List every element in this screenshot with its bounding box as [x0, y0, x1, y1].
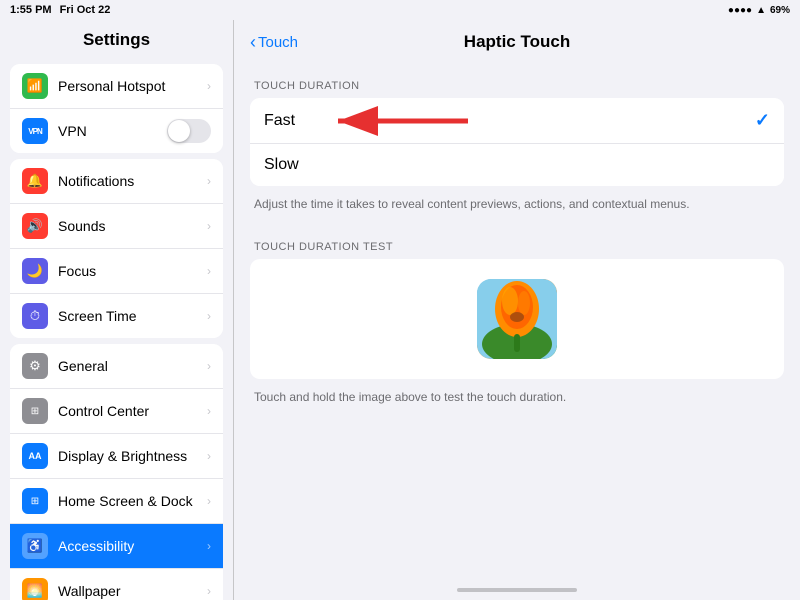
sidebar-item-hotspot[interactable]: 📶 Personal Hotspot › [10, 64, 223, 109]
main-container: Settings 📶 Personal Hotspot › VPN VPN 🔔 … [0, 20, 800, 600]
hotspot-icon: 📶 [22, 73, 48, 99]
detail-title: Haptic Touch [464, 32, 570, 52]
signal-icon: ●●●● [728, 5, 752, 16]
sidebar-item-general[interactable]: ⚙ General › [10, 344, 223, 389]
detail-panel: ‹ Touch Haptic Touch TOUCH DURATION Fast [234, 20, 800, 600]
accessibility-chevron: › [207, 539, 211, 553]
notifications-icon: 🔔 [22, 168, 48, 194]
back-chevron-icon: ‹ [250, 32, 256, 53]
screentime-label: Screen Time [58, 308, 197, 324]
focus-chevron: › [207, 264, 211, 278]
sidebar: Settings 📶 Personal Hotspot › VPN VPN 🔔 … [0, 20, 234, 600]
homescreen-icon: ⊞ [22, 488, 48, 514]
sidebar-item-vpn[interactable]: VPN VPN [10, 109, 223, 153]
sidebar-title: Settings [0, 20, 233, 58]
wallpaper-chevron: › [207, 584, 211, 598]
detail-header: ‹ Touch Haptic Touch [234, 20, 800, 64]
accessibility-icon: ♿ [22, 533, 48, 559]
flower-image[interactable] [477, 279, 557, 359]
wallpaper-icon: 🌅 [22, 578, 48, 600]
general-label: General [58, 358, 197, 374]
homescreen-label: Home Screen & Dock [58, 493, 197, 509]
status-left: 1:55 PM Fri Oct 22 [10, 4, 110, 16]
sounds-label: Sounds [58, 218, 197, 234]
sidebar-group-1: 📶 Personal Hotspot › VPN VPN [10, 64, 223, 153]
sidebar-item-homescreen[interactable]: ⊞ Home Screen & Dock › [10, 479, 223, 524]
focus-label: Focus [58, 263, 197, 279]
vpn-label: VPN [58, 123, 157, 139]
display-label: Display & Brightness [58, 448, 197, 464]
display-icon: AA [22, 443, 48, 469]
toggle-knob [168, 120, 190, 142]
sidebar-item-screentime[interactable]: ⏱ Screen Time › [10, 294, 223, 338]
back-button[interactable]: ‹ Touch [250, 32, 298, 53]
slow-row[interactable]: Slow [250, 144, 784, 186]
vpn-icon: VPN [22, 118, 48, 144]
test-image-container[interactable] [250, 259, 784, 379]
status-bar: 1:55 PM Fri Oct 22 ●●●● ▲ 69% [0, 0, 800, 20]
touch-duration-test-label: TOUCH DURATION TEST [254, 241, 780, 253]
touch-test-group [250, 259, 784, 379]
controlcenter-chevron: › [207, 404, 211, 418]
fast-row[interactable]: Fast ✓ [250, 98, 784, 144]
general-icon: ⚙ [22, 353, 48, 379]
touch-duration-group: Fast ✓ Slow [250, 98, 784, 186]
notifications-chevron: › [207, 174, 211, 188]
sidebar-item-display[interactable]: AA Display & Brightness › [10, 434, 223, 479]
flower-svg [477, 279, 557, 359]
screentime-icon: ⏱ [22, 303, 48, 329]
touch-test-description: Touch and hold the image above to test t… [250, 383, 784, 418]
sidebar-item-sounds[interactable]: 🔊 Sounds › [10, 204, 223, 249]
battery-indicator: 69% [770, 5, 790, 16]
sidebar-item-wallpaper[interactable]: 🌅 Wallpaper › [10, 569, 223, 600]
touch-duration-description: Adjust the time it takes to reveal conte… [250, 190, 784, 225]
fast-checkmark: ✓ [755, 110, 770, 131]
screentime-chevron: › [207, 309, 211, 323]
status-right: ●●●● ▲ 69% [728, 5, 790, 16]
sidebar-item-accessibility[interactable]: ♿ Accessibility › [10, 524, 223, 569]
hotspot-chevron: › [207, 79, 211, 93]
sidebar-group-3: ⚙ General › ⊞ Control Center › AA Displa… [10, 344, 223, 600]
sounds-icon: 🔊 [22, 213, 48, 239]
controlcenter-icon: ⊞ [22, 398, 48, 424]
homescreen-chevron: › [207, 494, 211, 508]
status-time: 1:55 PM [10, 4, 52, 16]
back-label: Touch [258, 34, 298, 51]
accessibility-label: Accessibility [58, 538, 197, 554]
sidebar-group-2: 🔔 Notifications › 🔊 Sounds › 🌙 Focus › ⏱… [10, 159, 223, 338]
detail-content: TOUCH DURATION Fast ✓ [234, 64, 800, 580]
sidebar-item-controlcenter[interactable]: ⊞ Control Center › [10, 389, 223, 434]
wallpaper-label: Wallpaper [58, 583, 197, 599]
wifi-icon: ▲ [756, 5, 766, 16]
touch-duration-label: TOUCH DURATION [254, 80, 780, 92]
sidebar-item-notifications[interactable]: 🔔 Notifications › [10, 159, 223, 204]
controlcenter-label: Control Center [58, 403, 197, 419]
general-chevron: › [207, 359, 211, 373]
hotspot-label: Personal Hotspot [58, 78, 197, 94]
status-date: Fri Oct 22 [60, 4, 111, 16]
sounds-chevron: › [207, 219, 211, 233]
slow-label: Slow [264, 156, 770, 174]
vpn-toggle[interactable] [167, 119, 211, 143]
focus-icon: 🌙 [22, 258, 48, 284]
display-chevron: › [207, 449, 211, 463]
red-arrow-icon [330, 106, 470, 136]
sidebar-item-focus[interactable]: 🌙 Focus › [10, 249, 223, 294]
notifications-label: Notifications [58, 173, 197, 189]
home-indicator-area [234, 580, 800, 600]
home-indicator [457, 588, 577, 592]
